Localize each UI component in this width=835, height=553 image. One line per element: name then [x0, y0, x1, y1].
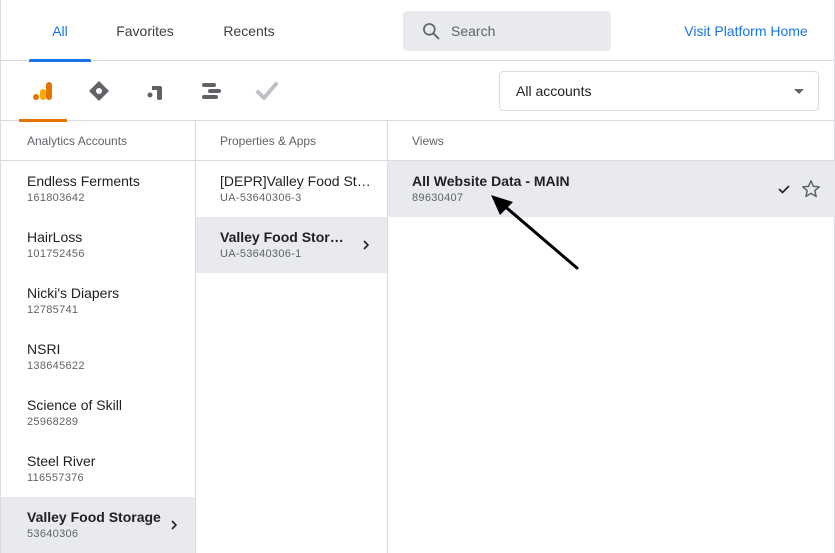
account-name: HairLoss [27, 229, 83, 245]
tab-favorites[interactable]: Favorites [101, 0, 189, 61]
data-studio-icon[interactable] [187, 61, 235, 121]
chevron-right-icon [171, 520, 178, 530]
analytics-icon[interactable] [19, 61, 67, 122]
account-id: 101752456 [27, 248, 85, 260]
account-name: Science of Skill [27, 397, 122, 413]
account-row[interactable]: NSRI 138645622 [1, 329, 195, 385]
account-id: 116557376 [27, 472, 84, 484]
account-name: Valley Food Storage [27, 509, 161, 525]
top-bar: All Favorites Recents Visit Platform Hom… [1, 0, 835, 62]
chevron-right-icon [363, 240, 370, 250]
search-box[interactable] [403, 11, 611, 51]
account-row[interactable]: Nicki's Diapers 12785741 [1, 273, 195, 329]
checkmark-icon [778, 185, 790, 194]
tag-manager-icon[interactable] [75, 61, 123, 121]
account-row[interactable]: Science of Skill 25968289 [1, 385, 195, 441]
dropdown-arrow-icon [794, 89, 804, 94]
product-switcher: All accounts [1, 61, 835, 122]
property-name: Valley Food Storage [220, 229, 344, 245]
account-name: Endless Ferments [27, 173, 140, 189]
account-id: 12785741 [27, 304, 79, 316]
tab-recents[interactable]: Recents [207, 0, 291, 61]
views-column-header: Views [387, 121, 835, 161]
search-input[interactable] [451, 23, 601, 39]
account-filter-select[interactable]: All accounts [499, 71, 819, 111]
account-row-selected[interactable]: Valley Food Storage 53640306 [1, 497, 195, 553]
account-row[interactable]: HairLoss 101752456 [1, 217, 195, 273]
star-icon[interactable] [800, 178, 822, 200]
account-picker-panel: All Favorites Recents Visit Platform Hom… [0, 0, 835, 553]
property-row-selected[interactable]: Valley Food Storage UA-53640306-1 [196, 217, 387, 273]
properties-column-header: Properties & Apps [195, 121, 387, 161]
visit-platform-home-link[interactable]: Visit Platform Home [671, 0, 821, 61]
accounts-list: Endless Ferments 161803642 HairLoss 1017… [1, 161, 195, 553]
properties-list: [DEPR]Valley Food Storage UA-53640306-3 … [195, 161, 387, 553]
optimize-icon[interactable] [131, 61, 179, 121]
account-filter-value: All accounts [516, 83, 592, 99]
tab-all[interactable]: All [29, 0, 91, 62]
property-id: UA-53640306-3 [220, 192, 302, 204]
view-row-selected[interactable]: All Website Data - MAIN 89630407 [388, 161, 835, 217]
account-name: Steel River [27, 453, 96, 469]
surveys-icon[interactable] [243, 61, 291, 121]
account-name: Nicki's Diapers [27, 285, 120, 301]
account-row[interactable]: Steel River 116557376 [1, 441, 195, 497]
account-id: 138645622 [27, 360, 85, 372]
accounts-column-header: Analytics Accounts [1, 121, 195, 161]
account-id: 25968289 [27, 416, 79, 428]
property-name: [DEPR]Valley Food Storage [220, 173, 372, 189]
views-list: All Website Data - MAIN 89630407 [387, 161, 835, 553]
view-name: All Website Data - MAIN [412, 173, 570, 189]
view-id: 89630407 [412, 192, 464, 204]
account-id: 161803642 [27, 192, 85, 204]
property-row[interactable]: [DEPR]Valley Food Storage UA-53640306-3 [196, 161, 387, 217]
account-row[interactable]: Endless Ferments 161803642 [1, 161, 195, 217]
account-name: NSRI [27, 341, 61, 357]
search-icon [423, 23, 440, 40]
